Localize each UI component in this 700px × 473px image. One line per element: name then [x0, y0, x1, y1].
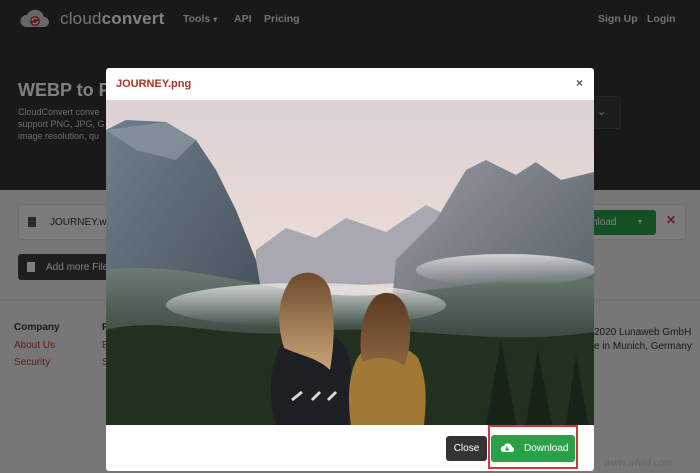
download-highlight-box [488, 425, 578, 469]
close-icon[interactable]: × [576, 76, 583, 90]
modal-title: JOURNEY.png [116, 78, 192, 90]
preview-modal: JOURNEY.png × Close Download [106, 68, 594, 471]
watermark: www.wfvid.com [604, 458, 673, 469]
close-button[interactable]: Close [446, 436, 487, 461]
preview-image [106, 100, 594, 425]
